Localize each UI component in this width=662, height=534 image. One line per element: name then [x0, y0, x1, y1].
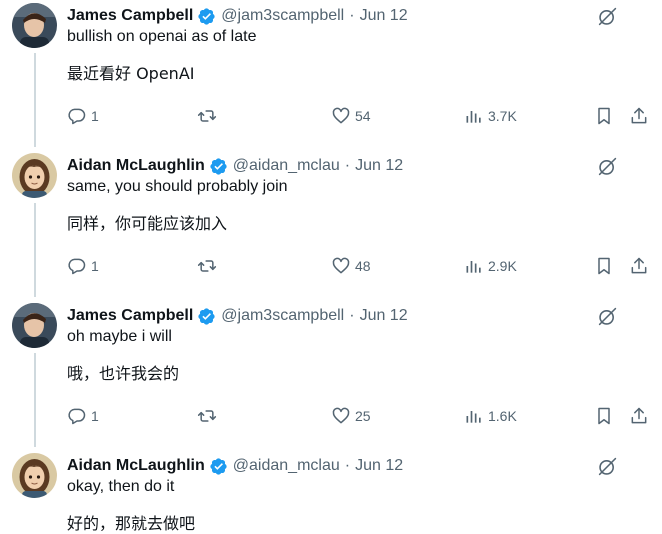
timestamp[interactable]: Jun 12: [360, 7, 408, 25]
avatar[interactable]: [12, 153, 57, 198]
timestamp[interactable]: Jun 12: [355, 457, 403, 475]
share-icon: [631, 257, 647, 274]
reply-button[interactable]: 1: [67, 251, 99, 281]
like-count: 25: [355, 408, 371, 424]
tweet-text: oh maybe i will: [67, 328, 172, 345]
retweet-button[interactable]: [197, 401, 217, 431]
tweet-header: Aidan McLaughlin @aidan_mclau · Jun 12: [67, 455, 403, 477]
grok-icon[interactable]: [597, 306, 618, 327]
verified-badge-icon: [210, 157, 227, 175]
reply-button[interactable]: 1: [67, 101, 99, 131]
avatar[interactable]: [12, 303, 57, 348]
tweet-header: James Campbell @jam3scampbell · Jun 12: [67, 305, 408, 327]
grok-icon[interactable]: [597, 456, 618, 477]
tweet-translation: 哦，也许我会的: [67, 364, 180, 383]
tweet[interactable]: James Campbell @jam3scampbell · Jun 12 o…: [0, 300, 662, 450]
bookmark-icon: [598, 107, 610, 125]
views-icon: [466, 261, 481, 273]
bookmark-button[interactable]: [594, 401, 614, 431]
reply-icon: [68, 258, 86, 275]
avatar[interactable]: [12, 453, 57, 498]
retweet-button[interactable]: [197, 251, 217, 281]
view-count: 2.9K: [488, 258, 517, 274]
bookmark-icon: [598, 257, 610, 275]
tweet-text: same, you should probably join: [67, 178, 288, 195]
author-handle[interactable]: @jam3scampbell: [221, 307, 344, 325]
reply-icon: [68, 408, 86, 425]
view-count: 1.6K: [488, 408, 517, 424]
views-button[interactable]: 2.9K: [464, 251, 517, 281]
avatar[interactable]: [12, 3, 57, 48]
like-count: 54: [355, 108, 371, 124]
tweet-translation: 好的，那就去做吧: [67, 514, 196, 533]
like-count: 48: [355, 258, 371, 274]
retweet-icon: [197, 110, 217, 122]
like-button[interactable]: 48: [331, 251, 371, 281]
share-button[interactable]: [629, 101, 649, 131]
separator-dot: ·: [349, 7, 355, 24]
author-name[interactable]: Aidan McLaughlin: [67, 157, 205, 175]
verified-badge-icon: [198, 7, 215, 25]
separator-dot: ·: [344, 157, 351, 174]
timestamp[interactable]: Jun 12: [360, 307, 408, 325]
tweet[interactable]: James Campbell @jam3scampbell · Jun 12 b…: [0, 0, 662, 150]
retweet-icon: [197, 410, 217, 422]
author-name[interactable]: James Campbell: [67, 307, 193, 325]
views-icon: [466, 411, 481, 423]
reply-count: 1: [91, 408, 99, 424]
bookmark-icon: [598, 407, 610, 425]
like-button[interactable]: 54: [331, 101, 371, 131]
reply-icon: [68, 108, 86, 125]
reply-count: 1: [91, 108, 99, 124]
views-icon: [466, 111, 481, 123]
reply-count: 1: [91, 258, 99, 274]
author-name[interactable]: Aidan McLaughlin: [67, 457, 205, 475]
reply-button[interactable]: 1: [67, 401, 99, 431]
tweet-actions: 1 48 2.9K: [0, 251, 662, 281]
grok-icon[interactable]: [597, 6, 618, 27]
tweet-actions: 1 54 3.7K: [0, 101, 662, 131]
share-button[interactable]: [629, 251, 649, 281]
grok-icon[interactable]: [597, 156, 618, 177]
author-handle[interactable]: @aidan_mclau: [233, 157, 340, 175]
retweet-icon: [197, 260, 217, 272]
author-handle[interactable]: @jam3scampbell: [221, 7, 344, 25]
share-button[interactable]: [629, 401, 649, 431]
timestamp[interactable]: Jun 12: [355, 157, 403, 175]
author-name[interactable]: James Campbell: [67, 7, 193, 25]
tweet-header: James Campbell @jam3scampbell · Jun 12: [67, 5, 408, 27]
views-button[interactable]: 1.6K: [464, 401, 517, 431]
separator-dot: ·: [349, 307, 355, 324]
tweet[interactable]: Aidan McLaughlin @aidan_mclau · Jun 12 o…: [0, 450, 662, 533]
heart-icon: [332, 257, 350, 274]
tweet-header: Aidan McLaughlin @aidan_mclau · Jun 12: [67, 155, 403, 177]
tweet-translation: 最近看好 OpenAI: [67, 64, 195, 83]
bookmark-button[interactable]: [594, 101, 614, 131]
author-handle[interactable]: @aidan_mclau: [233, 457, 340, 475]
tweet-text: bullish on openai as of late: [67, 28, 257, 45]
share-icon: [631, 407, 647, 424]
view-count: 3.7K: [488, 108, 517, 124]
tweet-text: okay, then do it: [67, 478, 175, 495]
bookmark-button[interactable]: [594, 251, 614, 281]
retweet-button[interactable]: [197, 101, 217, 131]
tweet-translation: 同样，你可能应该加入: [67, 214, 228, 233]
heart-icon: [332, 407, 350, 424]
verified-badge-icon: [210, 457, 227, 475]
views-button[interactable]: 3.7K: [464, 101, 517, 131]
tweet[interactable]: Aidan McLaughlin @aidan_mclau · Jun 12 s…: [0, 150, 662, 300]
heart-icon: [332, 107, 350, 124]
verified-badge-icon: [198, 307, 215, 325]
share-icon: [631, 107, 647, 124]
like-button[interactable]: 25: [331, 401, 371, 431]
tweet-actions: 1 25 1.6K: [0, 401, 662, 431]
separator-dot: ·: [344, 457, 351, 474]
